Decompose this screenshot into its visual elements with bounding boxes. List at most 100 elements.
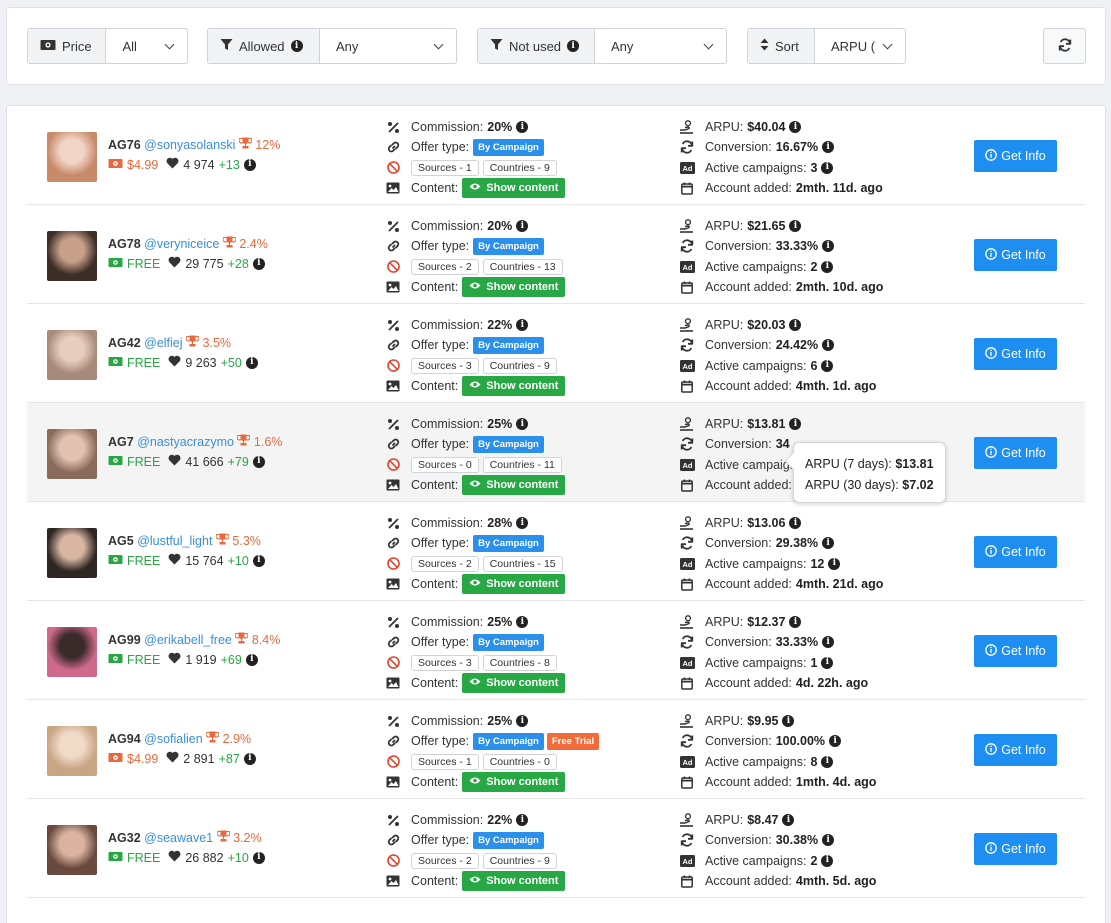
- sources-tag[interactable]: Sources - 1: [411, 159, 479, 176]
- info-icon[interactable]: i: [252, 257, 265, 270]
- info-icon[interactable]: i: [567, 40, 580, 52]
- get-info-button[interactable]: Get Info: [974, 140, 1057, 172]
- arpu-info-icon[interactable]: i: [789, 616, 802, 629]
- show-content-button[interactable]: Show content: [462, 871, 566, 892]
- price-select[interactable]: All: [106, 29, 187, 63]
- info-icon[interactable]: i: [243, 158, 256, 171]
- arpu-info-icon[interactable]: i: [789, 220, 802, 233]
- avatar[interactable]: [47, 726, 97, 776]
- likes-delta: +28: [227, 256, 249, 271]
- info-icon[interactable]: i: [828, 557, 841, 570]
- show-content-button[interactable]: Show content: [462, 376, 566, 397]
- info-icon[interactable]: i: [243, 752, 256, 765]
- show-content-button[interactable]: Show content: [462, 178, 566, 199]
- info-icon[interactable]: i: [516, 418, 529, 431]
- show-content-button[interactable]: Show content: [462, 475, 566, 496]
- creator-handle-link[interactable]: @lustful_light: [137, 534, 212, 548]
- info-icon[interactable]: i: [290, 40, 303, 52]
- info-icon[interactable]: i: [252, 554, 265, 567]
- sort-select[interactable]: ARPU (: [815, 29, 905, 63]
- allowed-filter[interactable]: Allowed i Any: [207, 28, 457, 64]
- sources-tag[interactable]: Sources - 2: [411, 852, 479, 869]
- info-icon[interactable]: i: [822, 141, 835, 154]
- get-info-button[interactable]: Get Info: [974, 734, 1057, 766]
- get-info-button[interactable]: Get Info: [974, 437, 1057, 469]
- show-content-button[interactable]: Show content: [462, 772, 566, 793]
- account-added-line: Account added: 4mth. 5d. ago: [679, 871, 876, 891]
- show-content-button[interactable]: Show content: [462, 277, 566, 298]
- countries-tag[interactable]: Countries - 9: [482, 852, 557, 869]
- info-icon[interactable]: i: [822, 339, 835, 352]
- sources-tag[interactable]: Sources - 0: [411, 456, 479, 473]
- not-used-filter[interactable]: Not used i Any: [477, 28, 727, 64]
- refresh-button[interactable]: [1043, 28, 1086, 64]
- not-used-select[interactable]: Any: [595, 29, 726, 63]
- show-content-button[interactable]: Show content: [462, 574, 566, 595]
- arpu-info-icon[interactable]: i: [789, 418, 802, 431]
- trophy-icon: [205, 731, 220, 746]
- countries-tag[interactable]: Countries - 9: [482, 159, 557, 176]
- info-icon[interactable]: i: [822, 537, 835, 550]
- avatar[interactable]: [47, 429, 97, 479]
- sources-tag[interactable]: Sources - 1: [411, 753, 479, 770]
- sort-filter[interactable]: Sort ARPU (: [747, 28, 906, 64]
- price-filter[interactable]: Price All: [27, 28, 188, 64]
- info-icon[interactable]: i: [245, 653, 258, 666]
- avatar[interactable]: [47, 627, 97, 677]
- info-icon[interactable]: i: [821, 260, 834, 273]
- info-icon[interactable]: i: [516, 121, 529, 134]
- creator-handle-link[interactable]: @erikabell_free: [144, 633, 232, 647]
- avatar[interactable]: [47, 528, 97, 578]
- info-icon[interactable]: i: [821, 656, 834, 669]
- info-icon[interactable]: i: [252, 851, 265, 864]
- countries-tag[interactable]: Countries - 13: [482, 258, 563, 275]
- avatar[interactable]: [47, 330, 97, 380]
- info-icon[interactable]: i: [821, 359, 834, 372]
- creator-handle-link[interactable]: @sonyasolanski: [144, 138, 235, 152]
- info-icon[interactable]: i: [516, 319, 529, 332]
- avatar[interactable]: [47, 231, 97, 281]
- info-icon[interactable]: i: [516, 220, 529, 233]
- sources-tag[interactable]: Sources - 2: [411, 258, 479, 275]
- info-icon[interactable]: i: [822, 240, 835, 253]
- countries-tag[interactable]: Countries - 0: [482, 753, 557, 770]
- creator-handle-link[interactable]: @veryniceice: [144, 237, 219, 251]
- get-info-button[interactable]: Get Info: [974, 536, 1057, 568]
- info-icon[interactable]: i: [829, 735, 842, 748]
- sources-tag[interactable]: Sources - 3: [411, 654, 479, 671]
- avatar[interactable]: [47, 825, 97, 875]
- info-icon[interactable]: i: [245, 356, 258, 369]
- info-icon[interactable]: i: [821, 161, 834, 174]
- get-info-button[interactable]: Get Info: [974, 635, 1057, 667]
- countries-tag[interactable]: Countries - 15: [482, 555, 563, 572]
- countries-tag[interactable]: Countries - 8: [482, 654, 557, 671]
- get-info-button[interactable]: Get Info: [974, 338, 1057, 370]
- get-info-button[interactable]: Get Info: [974, 239, 1057, 271]
- show-content-button[interactable]: Show content: [462, 673, 566, 694]
- countries-tag[interactable]: Countries - 11: [482, 456, 562, 473]
- info-icon[interactable]: i: [821, 755, 834, 768]
- get-info-button[interactable]: Get Info: [974, 833, 1057, 865]
- info-icon[interactable]: i: [516, 616, 529, 629]
- arpu-info-icon[interactable]: i: [789, 121, 802, 134]
- arpu-info-icon[interactable]: i: [789, 319, 802, 332]
- info-icon[interactable]: i: [252, 455, 265, 468]
- allowed-select[interactable]: Any: [320, 29, 456, 63]
- info-icon[interactable]: i: [516, 814, 529, 827]
- info-icon[interactable]: i: [822, 834, 835, 847]
- arpu-info-icon[interactable]: i: [789, 517, 802, 530]
- sources-tag[interactable]: Sources - 3: [411, 357, 479, 374]
- sources-tag[interactable]: Sources - 2: [411, 555, 479, 572]
- creator-handle-link[interactable]: @sofialien: [144, 732, 203, 746]
- info-icon[interactable]: i: [516, 715, 529, 728]
- creator-handle-link[interactable]: @elfiej: [144, 336, 182, 350]
- info-icon[interactable]: i: [821, 854, 834, 867]
- creator-handle-link[interactable]: @nastyacrazymo: [137, 435, 234, 449]
- arpu-info-icon[interactable]: i: [782, 715, 795, 728]
- creator-handle-link[interactable]: @seawave1: [144, 831, 213, 845]
- countries-tag[interactable]: Countries - 9: [482, 357, 557, 374]
- avatar[interactable]: [47, 132, 97, 182]
- info-icon[interactable]: i: [516, 517, 529, 530]
- info-icon[interactable]: i: [822, 636, 835, 649]
- arpu-info-icon[interactable]: i: [782, 814, 795, 827]
